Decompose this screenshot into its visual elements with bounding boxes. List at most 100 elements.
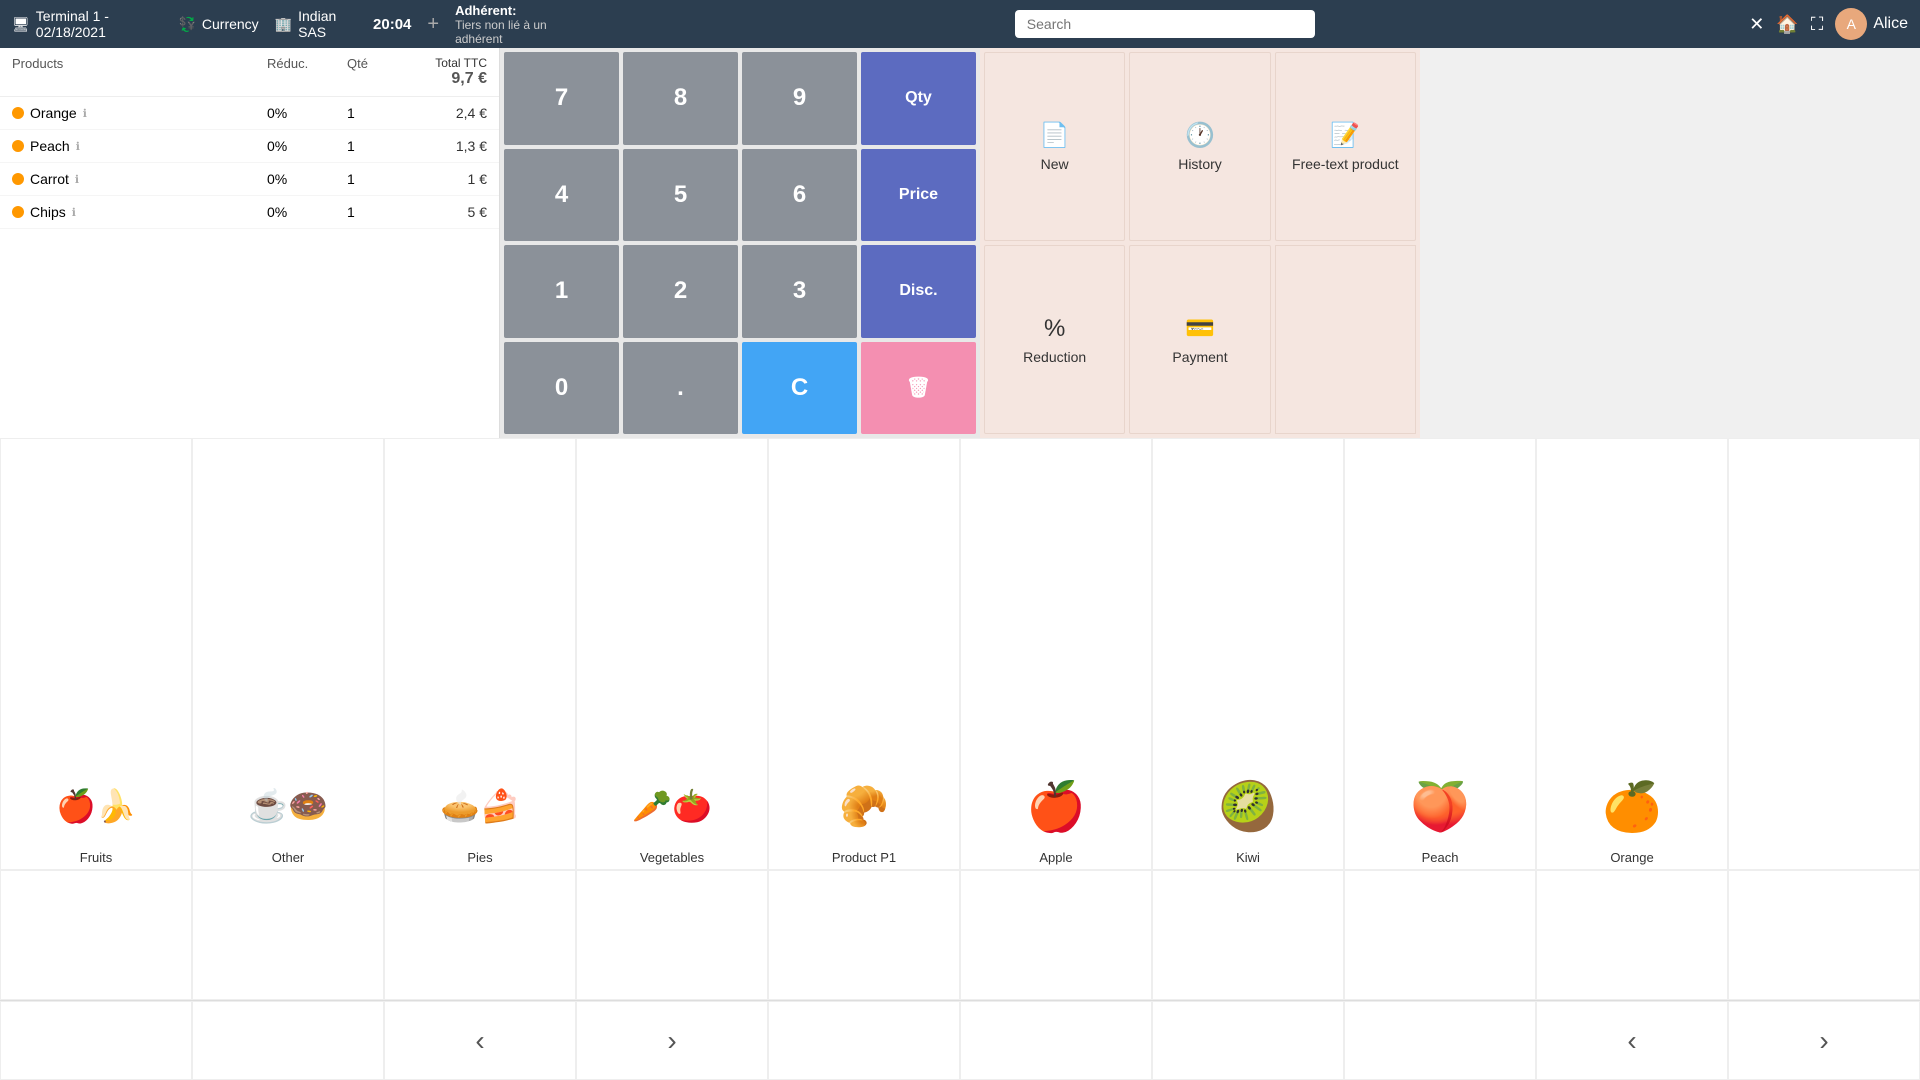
product-product-p1[interactable]: 🥐 Product P1 [768,438,960,870]
empty-cell [384,870,576,1000]
col-reduction: Réduc. [267,56,347,88]
product-peach[interactable]: 🍑 Peach [1344,438,1536,870]
apple-icon: 🍎 [1016,766,1096,846]
item-qty: 1 [347,204,407,220]
free-text-button[interactable]: 📝 Free-text product [1275,52,1416,241]
product-kiwi[interactable]: 🥝 Kiwi [1152,438,1344,870]
numpad-1[interactable]: 1 [504,245,619,338]
item-name: Carrot [30,171,69,187]
currency-label: Currency [202,16,259,32]
navigation-row: ‹ › ‹ › [0,1000,1920,1080]
item-name: Orange [30,105,77,121]
numpad-delete[interactable]: 🗑 [861,342,976,435]
numpad-disc[interactable]: Disc. [861,245,976,338]
item-reduction: 0% [267,138,347,154]
free-text-icon: 📝 [1330,121,1360,150]
numpad-3[interactable]: 3 [742,245,857,338]
vegetables-icon: 🥕🍅 [632,766,712,846]
payment-button[interactable]: 💳 Payment [1129,245,1270,434]
adherent-value: Tiers non lié à un adhérent [455,18,580,46]
free-text-label: Free-text product [1292,156,1399,172]
new-icon: 📄 [1040,121,1070,150]
item-qty: 1 [347,138,407,154]
category-fruits[interactable]: 🍎🍌 Fruits [0,438,192,870]
clock-display: 20:04 [373,16,411,33]
monitor-icon: 🖥 [12,16,30,33]
product-orange[interactable]: 🍊 Orange [1536,438,1728,870]
item-price: 5 € [407,204,487,220]
numpad-5[interactable]: 5 [623,149,738,242]
col-qty: Qté [347,56,407,88]
table-row[interactable]: Chips ℹ 0% 1 5 € [0,196,499,229]
category-vegetables[interactable]: 🥕🍅 Vegetables [576,438,768,870]
numpad-9[interactable]: 9 [742,52,857,145]
numpad-8[interactable]: 8 [623,52,738,145]
numpad-4[interactable]: 4 [504,149,619,242]
numpad-qty[interactable]: Qty [861,52,976,145]
terminal-label: Terminal 1 - 02/18/2021 [36,8,163,40]
item-price: 1 € [407,171,487,187]
item-price: 1,3 € [407,138,487,154]
terminal-info: 🖥 Terminal 1 - 02/18/2021 [12,8,162,40]
clear-search-button[interactable]: ✕ [1749,14,1764,35]
user-menu[interactable]: A Alice [1835,8,1908,40]
order-items-list: Orange ℹ 0% 1 2,4 € Peach ℹ 0% 1 1,3 € [0,97,499,438]
orange-icon: 🍊 [1592,766,1672,846]
search-input[interactable] [1015,10,1315,38]
left-product-grid: 🍎🍌 Fruits ☕🍩 Other 🥧🍰 Pies 🥕🍅 Vegetables [0,438,1920,1080]
fullscreen-button[interactable]: ⛶ [1811,14,1824,35]
table-row[interactable]: Orange ℹ 0% 1 2,4 € [0,97,499,130]
history-button[interactable]: 🕐 History [1129,52,1270,241]
company-button[interactable]: 🏢 Indian SAS [275,8,357,40]
item-reduction: 0% [267,171,347,187]
numpad-price[interactable]: Price [861,149,976,242]
category-other[interactable]: ☕🍩 Other [192,438,384,870]
table-row[interactable]: Peach ℹ 0% 1 1,3 € [0,130,499,163]
col-products: Products [12,56,267,88]
item-info-icon[interactable]: ℹ [76,140,80,153]
home-button[interactable]: 🏠 [1776,14,1798,35]
next-page-button[interactable]: › [576,1001,768,1080]
item-info-icon[interactable]: ℹ [72,206,76,219]
item-reduction: 0% [267,204,347,220]
kiwi-label: Kiwi [1236,850,1260,865]
numpad-6[interactable]: 6 [742,149,857,242]
pies-icon: 🥧🍰 [440,766,520,846]
nav-empty [1344,1001,1536,1080]
numpad-7[interactable]: 7 [504,52,619,145]
empty-cell [1344,870,1536,1000]
item-reduction: 0% [267,105,347,121]
currency-button[interactable]: 💱 Currency [178,16,258,33]
table-row[interactable]: Carrot ℹ 0% 1 1 € [0,163,499,196]
reduction-button[interactable]: % Reduction [984,245,1125,434]
history-icon: 🕐 [1185,121,1215,150]
numpad-dot[interactable]: . [623,342,738,435]
numpad-2[interactable]: 2 [623,245,738,338]
item-info-icon[interactable]: ℹ [75,173,79,186]
payment-icon: 💳 [1185,314,1215,343]
next-page-button-right[interactable]: › [1728,1001,1920,1080]
product-apple[interactable]: 🍎 Apple [960,438,1152,870]
username-label: Alice [1873,15,1908,33]
new-button[interactable]: 📄 New [984,52,1125,241]
pies-label: Pies [467,850,492,865]
reduction-icon: % [1044,315,1065,343]
nav-empty [0,1001,192,1080]
action-panel: 📄 New 🕐 History 📝 Free-text product % Re… [980,48,1420,438]
item-info-icon[interactable]: ℹ [83,107,87,120]
prev-page-button-right[interactable]: ‹ [1536,1001,1728,1080]
empty-cell [192,870,384,1000]
numpad-0[interactable]: 0 [504,342,619,435]
prev-page-button[interactable]: ‹ [384,1001,576,1080]
numpad-clear[interactable]: C [742,342,857,435]
history-label: History [1178,156,1222,172]
category-pies[interactable]: 🥧🍰 Pies [384,438,576,870]
item-name: Peach [30,138,70,154]
add-button[interactable]: + [427,13,439,36]
nav-empty [1152,1001,1344,1080]
empty-cell [576,870,768,1000]
nav-empty [192,1001,384,1080]
fruits-icon: 🍎🍌 [56,766,136,846]
header: 🖥 Terminal 1 - 02/18/2021 💱 Currency 🏢 I… [0,0,1920,48]
apple-label: Apple [1039,850,1072,865]
